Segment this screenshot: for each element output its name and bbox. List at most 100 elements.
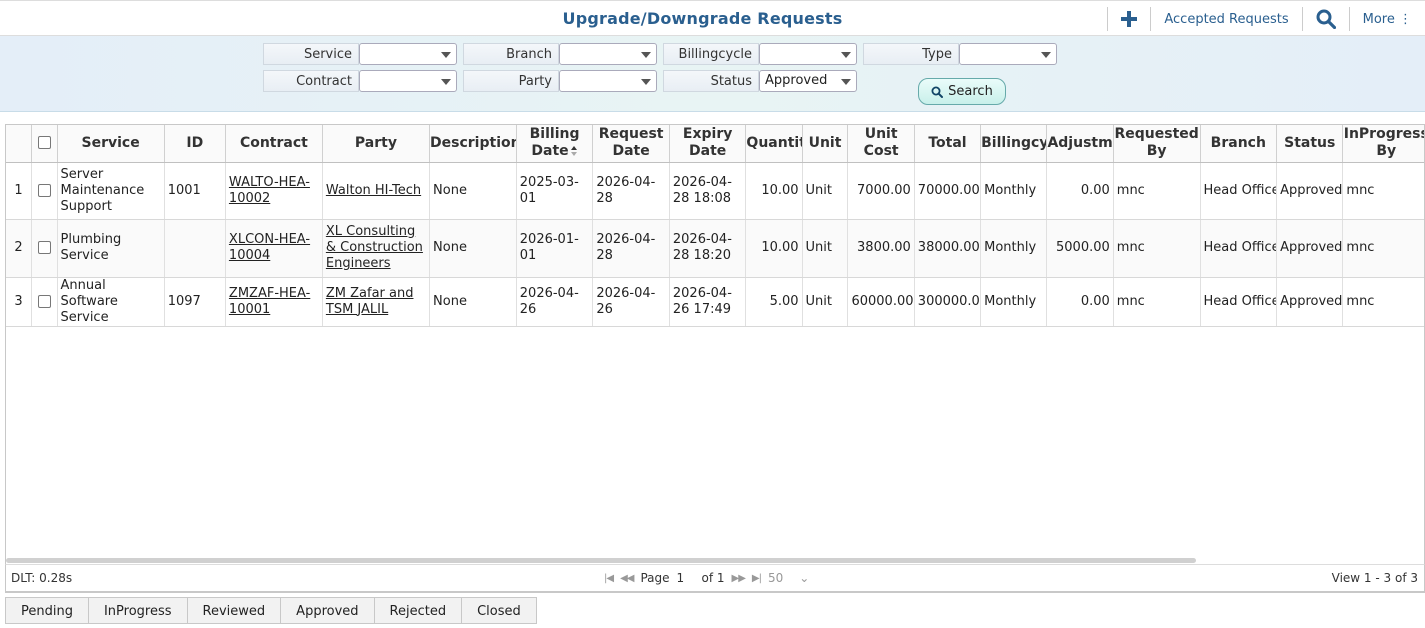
service-cell: Plumbing Service — [57, 219, 165, 278]
row-number: 3 — [6, 277, 33, 327]
column-header[interactable]: Unit Cost — [847, 125, 915, 163]
select-all-checkbox[interactable] — [37, 136, 51, 150]
inprogress-by-cell: mnc — [1342, 277, 1424, 327]
adjustment-cell: 0.00 — [1046, 162, 1114, 220]
contract-link[interactable]: ZMZAF-HEA-10001 — [229, 286, 310, 317]
quantity-cell: 5.00 — [745, 277, 803, 327]
column-header[interactable]: Unit — [802, 125, 849, 163]
tab-reviewed[interactable]: Reviewed — [186, 597, 281, 624]
id-cell: 1097 — [164, 277, 226, 327]
filter-label: Party — [463, 70, 559, 92]
column-header[interactable]: Service — [57, 125, 165, 163]
column-header[interactable]: Quantity — [745, 125, 803, 163]
tab-approved[interactable]: Approved — [280, 597, 374, 624]
unit-cell: Unit — [802, 277, 849, 327]
column-header[interactable]: Status — [1276, 125, 1344, 163]
column-header[interactable]: Requested By — [1113, 125, 1201, 163]
row-select-cell — [31, 162, 58, 220]
request-date-cell: 2026-04-28 — [592, 162, 670, 220]
next-page-icon[interactable]: ▶▶ — [732, 573, 746, 584]
column-header[interactable]: Billingcycle — [980, 125, 1048, 163]
column-header[interactable]: Description — [429, 125, 517, 163]
contract-link[interactable]: XLCON-HEA-10004 — [229, 232, 310, 263]
id-cell: 1001 — [164, 162, 226, 220]
row-number: 1 — [6, 162, 33, 220]
tab-pending[interactable]: Pending — [5, 597, 88, 624]
service-cell: Annual Software Service — [57, 277, 165, 327]
filter-label: Contract — [263, 70, 359, 92]
party-cell: Walton HI-Tech — [322, 162, 431, 220]
branch-select[interactable] — [559, 43, 657, 65]
top-actions: Accepted Requests More ⋮ — [1107, 1, 1425, 37]
column-header[interactable]: Party — [322, 125, 431, 163]
column-header[interactable]: Request Date — [592, 125, 670, 163]
status-select[interactable]: Approved — [759, 70, 857, 92]
branch-cell: Head Office — [1200, 162, 1278, 220]
accepted-requests-link[interactable]: Accepted Requests — [1151, 1, 1301, 37]
filter-label: Branch — [463, 43, 559, 65]
billingcycle-select[interactable] — [759, 43, 857, 65]
tab-closed[interactable]: Closed — [461, 597, 537, 624]
row-checkbox[interactable] — [37, 183, 51, 197]
status-cell: Approved — [1276, 277, 1344, 327]
requested-by-cell: mnc — [1113, 219, 1201, 278]
filter-branch: Branch — [463, 43, 657, 65]
column-header[interactable]: Total — [914, 125, 982, 163]
unit-cost-cell: 60000.00 — [847, 277, 915, 327]
page-size-select[interactable]: 50 ⌄ — [768, 571, 809, 585]
party-link[interactable]: ZM Zafar and TSM JALIL — [326, 286, 414, 317]
tab-rejected[interactable]: Rejected — [373, 597, 462, 624]
column-header[interactable]: Expiry Date — [669, 125, 747, 163]
column-header[interactable]: Branch — [1200, 125, 1278, 163]
total-cell: 38000.00 — [914, 219, 982, 278]
horizontal-scrollbar[interactable] — [6, 558, 1196, 563]
first-page-icon[interactable]: |◀ — [604, 573, 614, 584]
total-cell: 70000.00 — [914, 162, 982, 220]
row-checkbox[interactable] — [37, 294, 51, 308]
contract-cell: WALTO-HEA-10002 — [225, 162, 323, 220]
column-header[interactable]: InProgress By — [1342, 125, 1424, 163]
requested-by-cell: mnc — [1113, 277, 1201, 327]
table-row[interactable]: 3 Annual Software Service 1097 ZMZAF-HEA… — [6, 277, 1424, 327]
header-row: Service ID Contract Party Description Bi… — [6, 125, 1424, 163]
contract-select[interactable] — [359, 70, 457, 92]
requested-by-cell: mnc — [1113, 162, 1201, 220]
contract-link[interactable]: WALTO-HEA-10002 — [229, 175, 310, 206]
row-checkbox[interactable] — [37, 241, 51, 254]
billing-date-cell: 2026-04-26 — [516, 277, 594, 327]
add-button[interactable] — [1108, 1, 1150, 37]
prev-page-icon[interactable]: ◀◀ — [620, 573, 634, 584]
table-row[interactable]: 2 Plumbing Service XLCON-HEA-10004 XL Co… — [6, 219, 1424, 278]
filter-row-2: Contract Party Status Approved — [263, 70, 857, 92]
adjustment-cell: 0.00 — [1046, 277, 1114, 327]
select-all-header — [31, 125, 58, 163]
id-cell — [164, 219, 226, 278]
table-row[interactable]: 1 Server Maintenance Support 1001 WALTO-… — [6, 162, 1424, 220]
unit-cost-cell: 7000.00 — [847, 162, 915, 220]
column-header[interactable]: Adjustment — [1046, 125, 1114, 163]
party-link[interactable]: Walton HI-Tech — [326, 183, 421, 198]
more-menu-button[interactable]: More ⋮ — [1350, 1, 1425, 37]
search-icon — [931, 86, 944, 98]
billing-date-header[interactable]: Billing Date — [516, 125, 594, 163]
column-header[interactable]: ID — [164, 125, 226, 163]
page-input[interactable]: 1 — [677, 571, 695, 585]
unit-cell: Unit — [802, 219, 849, 278]
filter-contract: Contract — [263, 70, 457, 92]
search-button[interactable]: Search — [918, 78, 1006, 105]
search-icon — [1316, 9, 1336, 29]
column-header[interactable]: Contract — [225, 125, 323, 163]
request-date-cell: 2026-04-26 — [592, 277, 670, 327]
row-number-header — [6, 125, 33, 163]
search-toggle-button[interactable] — [1303, 1, 1349, 37]
tab-inprogress[interactable]: InProgress — [87, 597, 187, 624]
request-date-cell: 2026-04-28 — [592, 219, 670, 278]
last-page-icon[interactable]: ▶| — [752, 573, 762, 584]
unit-cost-cell: 3800.00 — [847, 219, 915, 278]
type-select[interactable] — [959, 43, 1057, 65]
party-link[interactable]: XL Consulting & Construction Engineers — [326, 224, 423, 271]
party-select[interactable] — [559, 70, 657, 92]
contract-cell: XLCON-HEA-10004 — [225, 219, 323, 278]
expiry-date-cell: 2026-04-28 18:20 — [669, 219, 747, 278]
service-select[interactable] — [359, 43, 457, 65]
